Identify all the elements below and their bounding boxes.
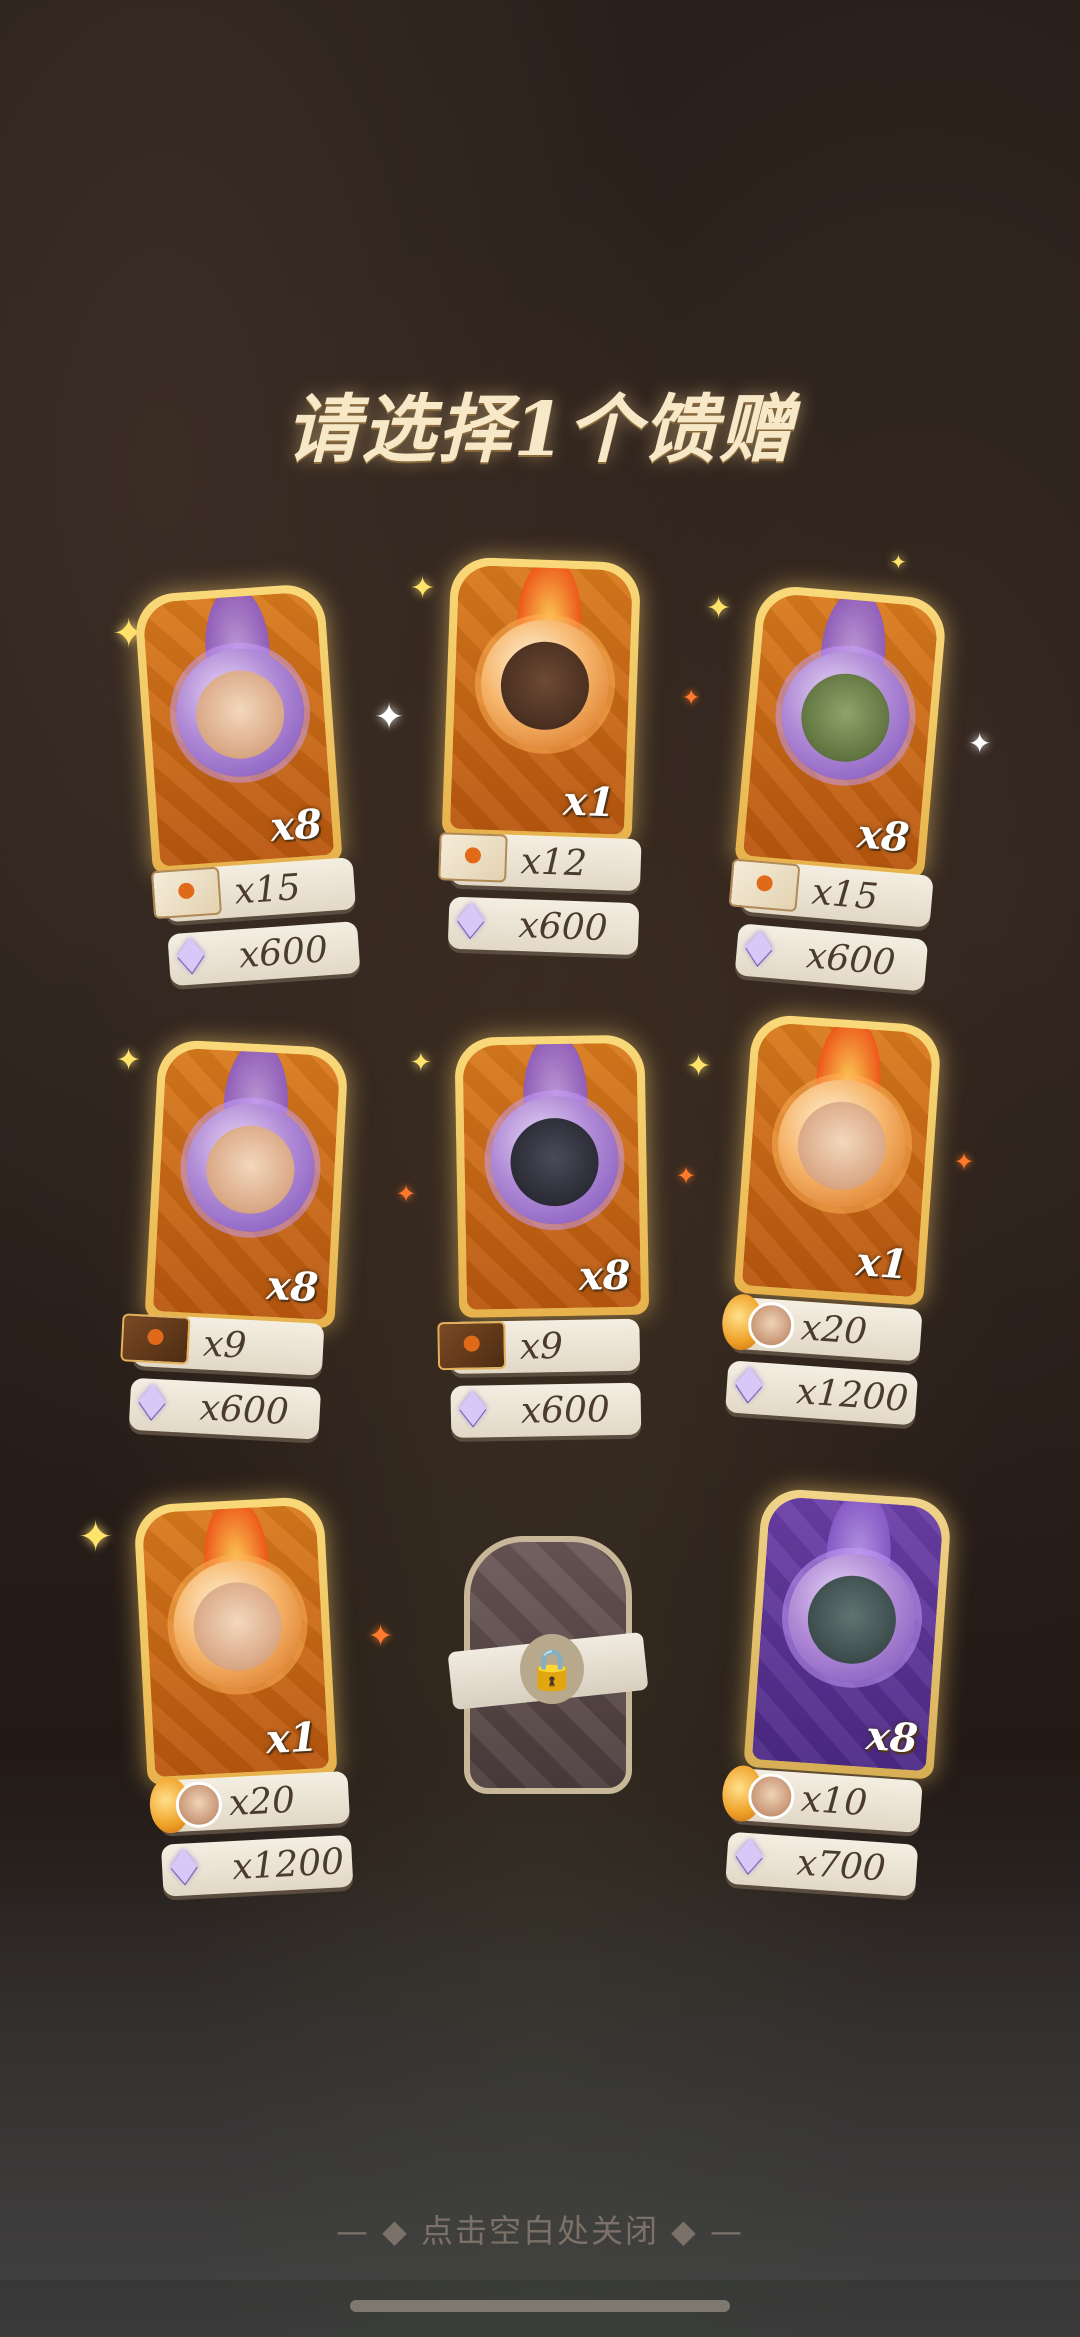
reward-row: ♦ x1200 (725, 1356, 919, 1426)
gift-card-5[interactable]: x8 x9 ♦ x600 (437, 1034, 671, 1458)
reward-count: x1200 (231, 1841, 346, 1889)
gift-card-4[interactable]: x8 x9 ♦ x600 (120, 1038, 369, 1469)
reward-row: ♦ x1200 (160, 1834, 354, 1897)
reward-count: x600 (804, 935, 897, 984)
locked-gift-slot[interactable]: 🔒 (447, 1536, 649, 1794)
card-frame: x1 (441, 556, 642, 843)
lock-icon: 🔒 (520, 1634, 584, 1704)
sparkle-icon: ✦ (410, 1048, 432, 1078)
reward-count: x600 (237, 929, 330, 977)
token-icon (715, 1757, 796, 1830)
reward-count: x20 (799, 1307, 869, 1353)
reward-count: x10 (799, 1778, 869, 1825)
token-icon (715, 1286, 796, 1359)
sparkle-icon: ✦ (682, 686, 701, 711)
reward-row: x9 (120, 1313, 325, 1376)
diamond-icon: ♦ (725, 1356, 773, 1416)
diamond-icon: ♦ (161, 1838, 208, 1897)
letter-icon (148, 856, 225, 929)
close-hint[interactable]: — ◆ 点击空白处关闭 ◆ — (0, 2206, 1080, 2252)
card-frame: x8 (133, 582, 343, 876)
reward-count: x600 (198, 1387, 290, 1434)
sparkle-icon: ✦ (78, 1512, 114, 1561)
sparkle-icon: ✦ (374, 697, 405, 738)
card-quantity: x1 (854, 1238, 910, 1289)
card-quantity: x8 (855, 810, 912, 862)
card-quantity: x8 (265, 1261, 320, 1312)
gift-card-6[interactable]: x1 x20 ♦ x1200 (720, 1013, 963, 1447)
reward-count: x15 (810, 871, 880, 919)
diamond-icon: ♦ (448, 892, 494, 951)
reward-count: x9 (519, 1326, 564, 1368)
letter-icon (436, 822, 510, 892)
reward-count: x15 (233, 866, 302, 913)
reward-row: ♦ x600 (450, 1381, 642, 1438)
card-quantity: x1 (562, 777, 616, 827)
reward-count: x700 (795, 1842, 888, 1890)
home-indicator[interactable] (350, 2300, 730, 2312)
card-frame: x8 (144, 1038, 349, 1329)
reward-row: ♦ x600 (734, 919, 929, 992)
card-quantity: x8 (268, 800, 324, 851)
reward-count: x9 (202, 1323, 248, 1367)
token-icon (143, 1768, 224, 1840)
reward-count: x12 (520, 841, 588, 885)
card-quantity: x8 (864, 1712, 920, 1763)
reward-row: x12 (438, 832, 642, 892)
page-title: 请选择1个馈赠 (285, 387, 795, 473)
sparkle-icon: ✦ (954, 1148, 975, 1176)
diamond-icon: ♦ (129, 1373, 176, 1433)
diamond-icon: ♦ (725, 1827, 773, 1887)
sparkle-icon: ✦ (706, 591, 732, 626)
reward-count: x1200 (795, 1371, 910, 1420)
card-frame: x8 (454, 1034, 650, 1318)
reward-count: x600 (517, 905, 609, 950)
diamond-icon: ♦ (167, 927, 215, 987)
card-quantity: x8 (578, 1251, 631, 1300)
reward-row: ♦ x600 (128, 1374, 322, 1440)
reward-row: x9 (437, 1318, 641, 1374)
reward-row: ♦ x600 (447, 893, 640, 956)
sparkle-icon: ✦ (368, 1619, 394, 1654)
card-frame: x1 (133, 1495, 338, 1786)
gift-card-2[interactable]: x1 x12 ♦ x600 (437, 556, 662, 983)
sparkle-icon: ✦ (890, 550, 907, 574)
diamond-icon: ♦ (450, 1381, 495, 1438)
reward-count: x600 (520, 1389, 611, 1432)
gift-card-7[interactable]: x1 x20 ♦ x1200 (133, 1495, 365, 1925)
sparkle-icon: ✦ (676, 1162, 697, 1190)
reward-count: x20 (227, 1779, 296, 1825)
sparkle-icon: ✦ (686, 1049, 712, 1084)
card-quantity: x1 (264, 1713, 319, 1764)
gift-card-8[interactable]: x8 x10 ♦ x700 (720, 1487, 973, 1921)
card-frame: x8 (743, 1487, 953, 1780)
card-frame: x8 (734, 583, 948, 880)
sparkle-icon: ✦ (396, 1180, 417, 1208)
gift-card-1[interactable]: x8 x15 ♦ x600 (133, 581, 373, 1015)
sparkle-icon: ✦ (968, 727, 992, 760)
reward-row: x15 (150, 857, 356, 923)
letter-icon (435, 1311, 508, 1380)
reward-row: ♦ x600 (167, 921, 361, 987)
sparkle-icon: ✦ (410, 571, 436, 606)
gift-card-3[interactable]: x8 x15 ♦ x600 (722, 583, 968, 1021)
reward-row: ♦ x700 (725, 1828, 919, 1897)
card-frame: x1 (733, 1013, 943, 1306)
letter-icon (118, 1303, 193, 1375)
sparkle-icon: ✦ (116, 1043, 142, 1078)
reward-row: x20 (148, 1770, 351, 1835)
diamond-icon: ♦ (734, 919, 783, 979)
letter-icon (726, 848, 804, 922)
